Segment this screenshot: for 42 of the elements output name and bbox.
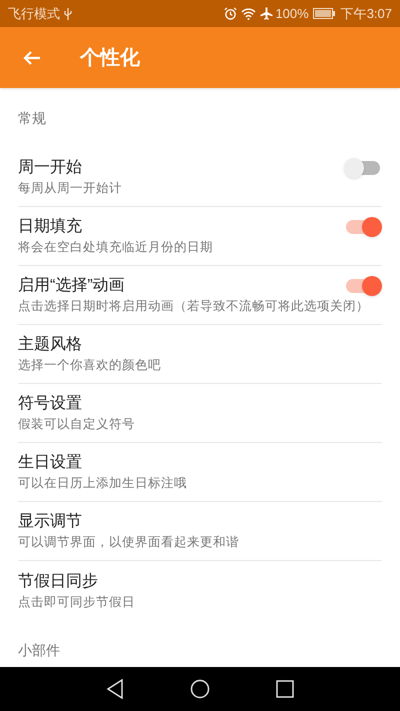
setting-title: 日期填充 bbox=[18, 216, 82, 237]
setting-description: 选择一个你喜欢的颜色吧 bbox=[18, 357, 161, 374]
settings-row[interactable]: 日期填充 将会在空白处填充临近月份的日期 bbox=[18, 207, 382, 266]
setting-description: 点击即可同步节假日 bbox=[18, 594, 135, 610]
clock-time: 下午3:07 bbox=[340, 4, 392, 23]
settings-row[interactable]: 周一开始 每周从周一开始计 bbox=[18, 148, 382, 207]
screen-title: 个性化 bbox=[80, 46, 140, 70]
battery-charging-icon bbox=[312, 8, 335, 19]
settings-row[interactable]: 符号设置 假装可以自定义符号 bbox=[18, 384, 382, 443]
airplane-mode-label: 飞行模式 bbox=[8, 4, 60, 23]
settings-row[interactable]: 主题风格 选择一个你喜欢的颜色吧 bbox=[18, 325, 382, 384]
toggle-switch[interactable] bbox=[344, 158, 382, 178]
setting-title: 节假日同步 bbox=[18, 572, 98, 592]
recents-square-icon[interactable] bbox=[276, 680, 294, 698]
toggle-switch[interactable] bbox=[344, 276, 382, 296]
setting-description: 点击选择日期时将启用动画（若导致不流畅可将此选项关闭） bbox=[18, 298, 369, 315]
setting-title: 符号设置 bbox=[18, 394, 82, 414]
settings-row[interactable]: 生日设置 可以在日历上添加生日标注哦 bbox=[18, 443, 382, 502]
back-triangle-icon[interactable] bbox=[106, 679, 124, 699]
setting-description: 将会在空白处填充临近月份的日期 bbox=[18, 239, 213, 256]
setting-title: 启用“选择”动画 bbox=[18, 276, 125, 296]
settings-row[interactable]: 节假日同步 点击即可同步节假日 bbox=[18, 561, 382, 620]
back-arrow-icon bbox=[23, 50, 41, 66]
settings-row[interactable]: 显示调节 可以调节界面，以使界面看起来更和谐 bbox=[18, 502, 382, 561]
airplane-icon bbox=[260, 7, 274, 20]
setting-title: 周一开始 bbox=[18, 158, 82, 178]
toggle-switch[interactable] bbox=[344, 217, 382, 237]
battery-percentage: 100% bbox=[275, 4, 309, 23]
home-circle-icon[interactable] bbox=[190, 679, 210, 699]
setting-description: 可以调节界面，以使界面看起来更和谐 bbox=[18, 534, 239, 551]
section-header: 小部件 bbox=[18, 640, 60, 660]
section-header: 常规 bbox=[18, 108, 46, 128]
setting-description: 可以在日历上添加生日标注哦 bbox=[18, 475, 187, 492]
setting-title: 主题风格 bbox=[18, 334, 82, 355]
setting-title: 显示调节 bbox=[18, 512, 82, 532]
wifi-icon bbox=[241, 8, 256, 20]
settings-row[interactable]: 启用“选择”动画 点击选择日期时将启用动画（若导致不流畅可将此选项关闭） bbox=[18, 266, 382, 325]
setting-title: 生日设置 bbox=[18, 452, 82, 473]
setting-description: 假装可以自定义符号 bbox=[18, 416, 135, 433]
setting-description: 每周从周一开始计 bbox=[18, 180, 122, 197]
usb-icon bbox=[64, 8, 72, 20]
alarm-clock-icon bbox=[224, 7, 238, 20]
